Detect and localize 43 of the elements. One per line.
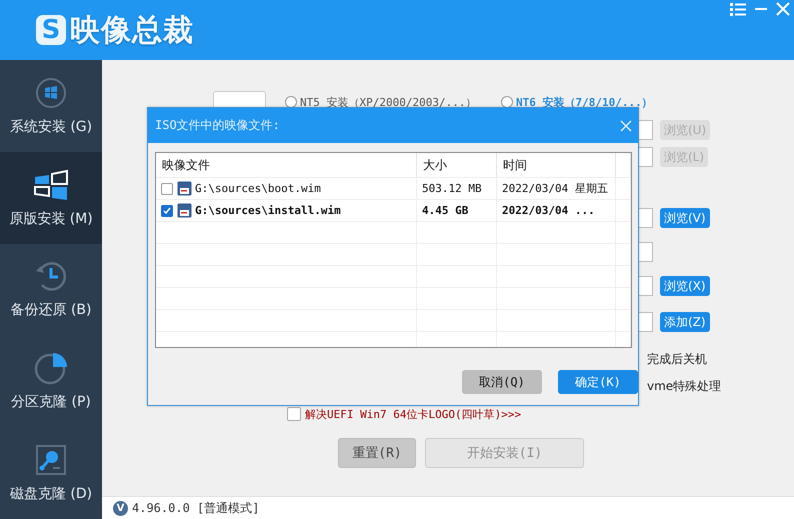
size-cell: 503.12 MB [417,178,497,199]
app-logo: S [36,15,66,45]
sidebar-item[interactable]: 磁盘克隆 (D) [0,427,102,519]
column-header[interactable]: 大小 [417,153,497,177]
cancel-button[interactable]: 取消(Q) [462,370,542,394]
size-cell: 4.45 GB [417,200,497,221]
dialog-title: ISO文件中的映像文件: [155,117,280,134]
sidebar-item[interactable]: 原版安装 (M) [0,152,102,244]
option-label: vme特殊处理 [647,378,722,394]
pie-chart-icon [34,351,68,386]
browse-button[interactable]: 浏览(X) [660,276,710,296]
checkbox[interactable] [287,407,301,421]
browse-button[interactable]: 浏览(V) [660,208,710,228]
sidebar-item[interactable]: 分区克隆 (P) [0,335,102,428]
disk-image-icon [177,203,192,218]
windows-icon [34,168,68,201]
sidebar-item[interactable]: 系统安装 (G) [0,60,102,152]
ok-button[interactable]: 确定(K) [558,370,638,394]
checkbox[interactable] [161,204,173,216]
file-path: G:\sources\boot.wim [195,182,321,195]
app-title: 映像总裁 [70,12,194,50]
windows-badge-icon [35,76,67,109]
disk-image-icon [177,181,192,196]
time-cell: 2022/03/04 星期五 [497,178,616,199]
close-icon[interactable] [620,120,632,132]
version-text: 4.96.0.0 [普通模式] [132,500,260,516]
radio-button[interactable] [501,96,513,108]
reset-button[interactable]: 重置(R) [338,438,416,468]
menu-icon[interactable] [730,2,746,16]
browse-button[interactable]: 添加(Z) [660,312,710,332]
column-header[interactable]: 时间 [497,153,616,177]
clock-icon [34,259,68,294]
time-cell: 2022/03/04 ... [497,200,616,221]
column-header[interactable]: 映像文件 [156,153,417,177]
sidebar-item[interactable]: 备份还原 (B) [0,244,102,336]
uefi-fix-link[interactable]: 解决UEFI Win7 64位卡LOGO(四叶草)>>> [305,406,522,422]
file-cell[interactable]: G:\sources\boot.wim [156,178,417,199]
radio-button[interactable] [285,96,297,108]
option-label: 完成后关机 [647,350,707,368]
file-path: G:\sources\install.wim [195,204,341,217]
checkbox[interactable] [161,182,173,194]
version-badge: V [113,500,128,516]
file-cell[interactable]: G:\sources\install.wim [156,200,417,221]
